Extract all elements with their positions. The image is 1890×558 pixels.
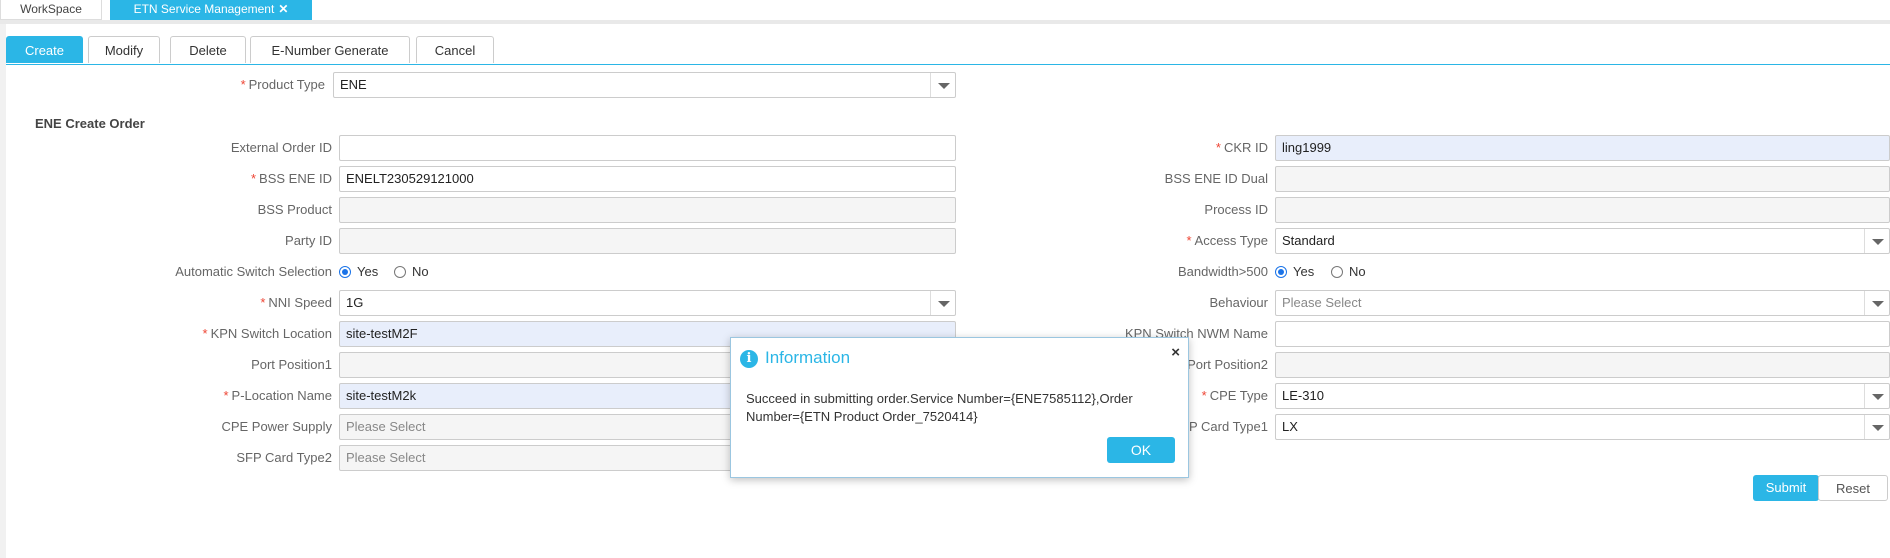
chevron-down-icon (1864, 415, 1889, 439)
cpe-type-select[interactable]: LE-310 (1275, 383, 1890, 409)
information-dialog: i Information × Succeed in submitting or… (730, 337, 1189, 478)
party-id-label: Party ID (285, 233, 332, 248)
product-type-select[interactable]: ENE (333, 72, 956, 98)
party-id-field[interactable] (339, 228, 956, 254)
bss-product-label: BSS Product (257, 202, 332, 217)
auto-switch-yes-radio[interactable]: Yes (339, 264, 378, 280)
e-number-generate-button[interactable]: E-Number Generate (250, 36, 410, 63)
tab-etn-label: ETN Service Management (133, 2, 275, 16)
bss-ene-id-field[interactable]: ENELT230529121000 (339, 166, 956, 192)
process-id-label: Process ID (1204, 202, 1268, 217)
auto-switch-label: Automatic Switch Selection (175, 264, 332, 279)
chevron-down-icon (1864, 229, 1889, 253)
dialog-message: Succeed in submitting order.Service Numb… (746, 391, 1133, 424)
ckr-id-field[interactable]: ling1999 (1275, 135, 1890, 161)
action-toolbar: Create Modify Delete E-Number Generate C… (6, 36, 1890, 65)
cpe-power-supply-label: CPE Power Supply (221, 419, 332, 434)
left-edge (0, 24, 6, 558)
cancel-button[interactable]: Cancel (416, 36, 494, 63)
kpn-switch-nwm-name-field[interactable] (1275, 321, 1890, 347)
chevron-down-icon (930, 291, 955, 315)
auto-switch-no-radio[interactable]: No (394, 264, 429, 280)
reset-button[interactable]: Reset (1818, 475, 1888, 501)
chevron-down-icon (930, 73, 955, 97)
nni-speed-label: * NNI Speed (260, 295, 332, 310)
nni-speed-select[interactable]: 1G (339, 290, 956, 316)
external-order-id-field[interactable] (339, 135, 956, 161)
radio-unchecked-icon (1331, 266, 1343, 278)
radio-checked-icon (339, 266, 351, 278)
delete-button[interactable]: Delete (170, 36, 246, 63)
chevron-down-icon (1864, 291, 1889, 315)
port-position2-field[interactable] (1275, 352, 1890, 378)
p-location-name-label: * P-Location Name (223, 388, 332, 403)
process-id-field[interactable] (1275, 197, 1890, 223)
bandwidth-no-radio[interactable]: No (1331, 264, 1366, 280)
close-tab-icon[interactable]: ✕ (278, 2, 288, 16)
radio-checked-icon (1275, 266, 1287, 278)
chevron-down-icon (1864, 384, 1889, 408)
top-tab-bar: WorkSpace ETN Service Management ✕ (0, 0, 1890, 24)
bss-ene-id-dual-field[interactable] (1275, 166, 1890, 192)
sfp-card-type2-label: SFP Card Type2 (236, 450, 332, 465)
ckr-id-label: * CKR ID (1215, 140, 1268, 155)
bss-product-field[interactable] (339, 197, 956, 223)
tab-workspace[interactable]: WorkSpace (0, 0, 102, 20)
submit-button[interactable]: Submit (1753, 475, 1819, 501)
bss-ene-id-dual-label: BSS ENE ID Dual (1164, 171, 1268, 186)
product-type-label: * Product Type (240, 77, 325, 92)
bss-ene-id-label: * BSS ENE ID (250, 171, 332, 186)
access-type-label: * Access Type (1186, 233, 1268, 248)
access-type-select[interactable]: Standard (1275, 228, 1890, 254)
sfp-card-type1-select[interactable]: LX (1275, 414, 1890, 440)
behaviour-label: Behaviour (1209, 295, 1268, 310)
external-order-id-label: External Order ID (230, 140, 332, 155)
bandwidth-yes-radio[interactable]: Yes (1275, 264, 1314, 280)
section-title: ENE Create Order (35, 116, 145, 131)
modify-button[interactable]: Modify (88, 36, 160, 63)
radio-unchecked-icon (394, 266, 406, 278)
create-button[interactable]: Create (6, 36, 83, 63)
close-icon[interactable]: × (1171, 344, 1180, 361)
info-icon: i (740, 350, 758, 368)
behaviour-select[interactable]: Please Select (1275, 290, 1890, 316)
port-position1-label: Port Position1 (251, 357, 332, 372)
bandwidth-label: Bandwidth>500 (1178, 264, 1268, 279)
dialog-title: Information (765, 348, 851, 367)
kpn-switch-location-label: * KPN Switch Location (202, 326, 332, 341)
ok-button[interactable]: OK (1107, 437, 1175, 463)
tab-etn-service-management[interactable]: ETN Service Management ✕ (110, 0, 312, 20)
